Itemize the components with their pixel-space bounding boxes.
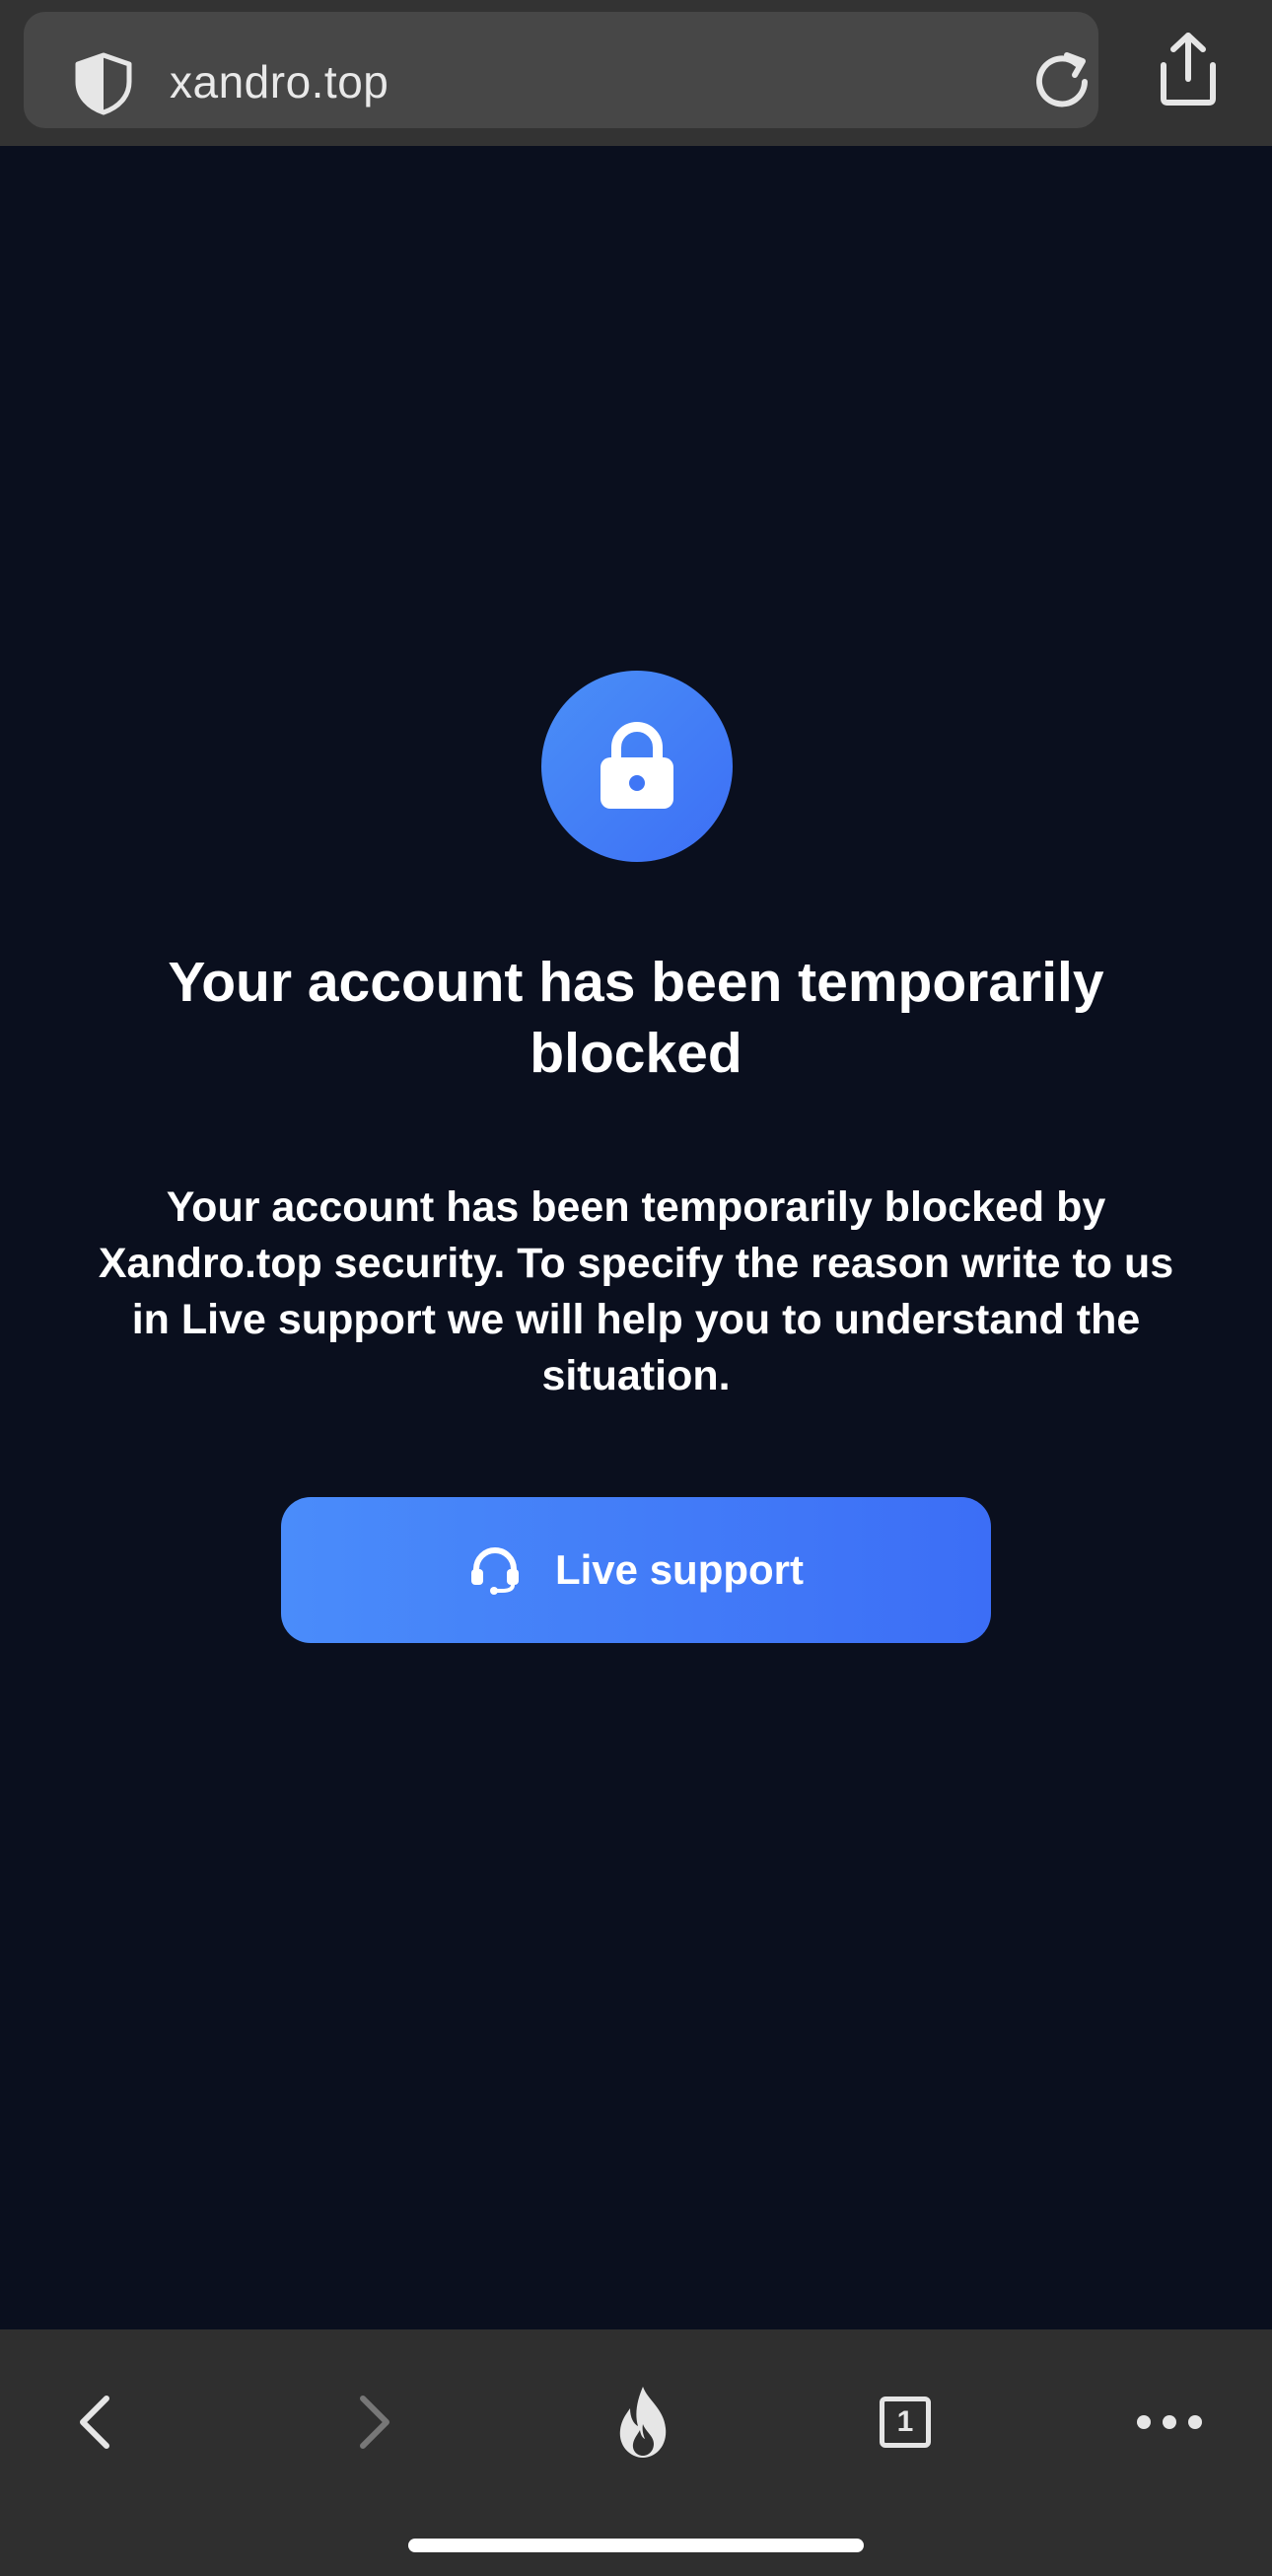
live-support-label: Live support: [554, 1546, 805, 1593]
tabs-button[interactable]: 1: [856, 2373, 954, 2471]
fire-button[interactable]: [594, 2373, 692, 2471]
page-title: Your account has been temporarily blocke…: [168, 951, 1104, 1085]
url-text[interactable]: xandro.top: [170, 45, 389, 118]
shield-icon[interactable]: [71, 51, 136, 116]
headset-icon: [470, 1547, 519, 1595]
share-icon[interactable]: [1152, 30, 1225, 108]
forward-button[interactable]: [325, 2373, 424, 2471]
reload-icon[interactable]: [1027, 47, 1096, 116]
more-icon: [1137, 2415, 1202, 2429]
fire-icon: [619, 2387, 667, 2458]
more-button[interactable]: [1120, 2373, 1219, 2471]
lock-icon: [601, 722, 673, 809]
live-support-button[interactable]: Live support: [281, 1497, 991, 1643]
back-button[interactable]: [45, 2373, 144, 2471]
browser-bottom-toolbar: 1: [0, 2329, 1272, 2576]
tabs-icon: 1: [880, 2397, 931, 2448]
block-description: Your account has been temporarily blocke…: [98, 1183, 1174, 1399]
lock-badge: [541, 671, 733, 862]
browser-top-bar: xandro.top: [0, 0, 1272, 146]
address-bar[interactable]: xandro.top: [24, 12, 1098, 128]
back-icon: [80, 2396, 109, 2449]
tab-count: 1: [896, 2405, 914, 2438]
forward-icon: [360, 2396, 389, 2449]
home-indicator[interactable]: [408, 2539, 864, 2552]
